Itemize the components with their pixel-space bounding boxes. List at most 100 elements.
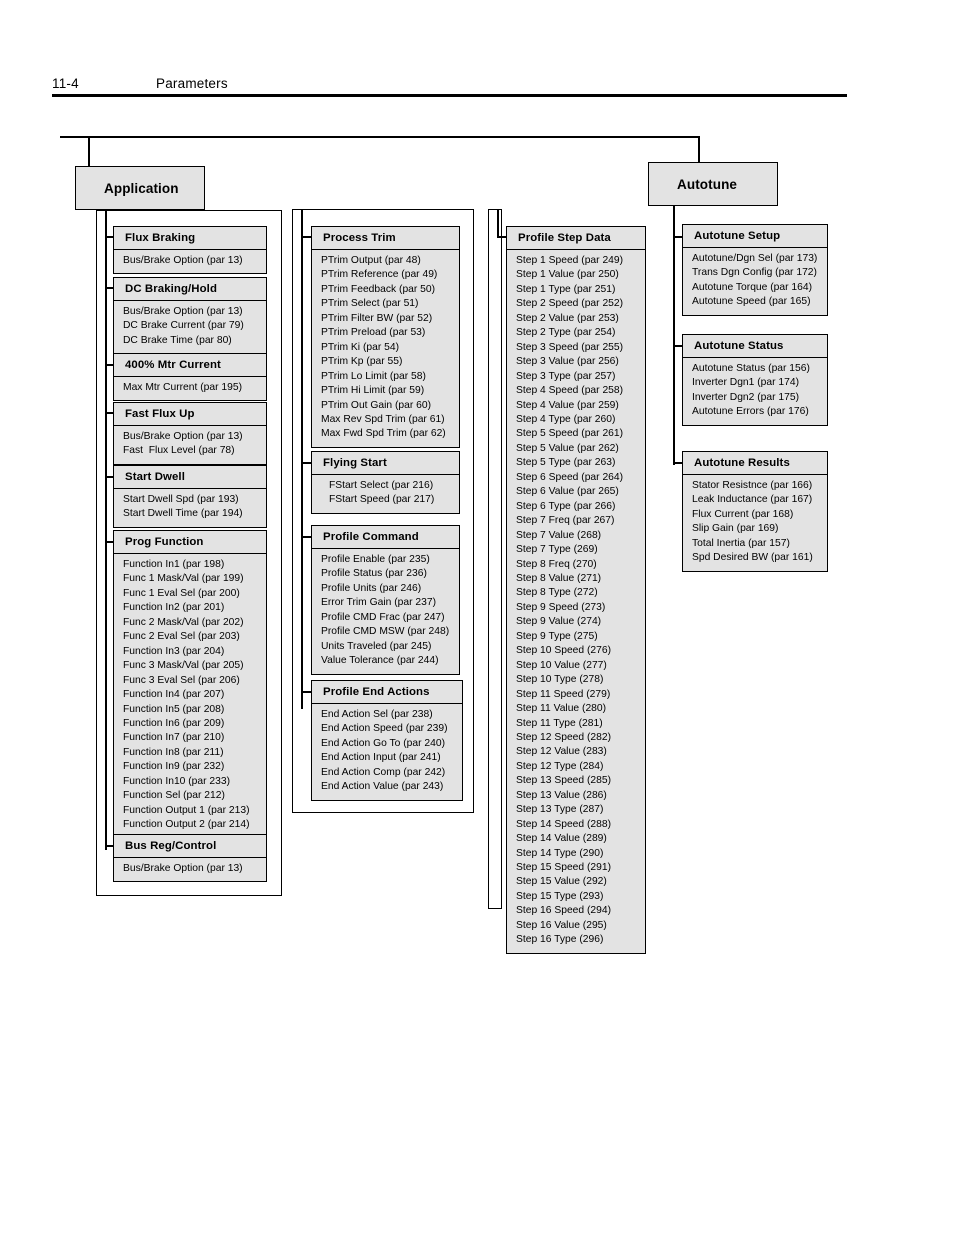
- list-item: Step 6 Value (par 265): [516, 486, 619, 498]
- group-start-dwell[interactable]: Start Dwell Start Dwell Spd (par 193) St…: [113, 465, 267, 528]
- group-profile-end-actions-title: Profile End Actions: [312, 681, 462, 704]
- group-bus-reg-control-title: Bus Reg/Control: [114, 835, 266, 858]
- list-item: Step 7 Value (268): [516, 529, 602, 541]
- connector-drop-application: [88, 136, 90, 166]
- group-profile-step-data-title: Profile Step Data: [507, 227, 645, 250]
- list-item: Step 16 Type (296): [516, 934, 604, 946]
- list-item: Function In2 (par 201): [123, 602, 225, 614]
- list-item: Step 2 Value (par 253): [516, 312, 619, 324]
- list-item: Flux Current (par 168): [692, 508, 794, 520]
- group-autotune-status[interactable]: Autotune Status Autotune Status (par 156…: [682, 334, 828, 426]
- group-bus-reg-control-items: Bus/Brake Option (par 13): [114, 858, 266, 881]
- group-process-trim[interactable]: Process Trim PTrim Output (par 48) PTrim…: [311, 226, 460, 448]
- list-item: Step 10 Value (277): [516, 659, 607, 671]
- group-autotune-setup-items: Autotune/Dgn Sel (par 173) Trans Dgn Con…: [683, 248, 827, 315]
- group-fast-flux-up[interactable]: Fast Flux Up Bus/Brake Option (par 13) F…: [113, 402, 267, 465]
- list-item: Step 2 Type (par 254): [516, 327, 616, 339]
- list-item: Function In10 (par 233): [123, 775, 231, 787]
- group-profile-command-items: Profile Enable (par 235) Profile Status …: [312, 549, 459, 674]
- group-profile-step-data[interactable]: Profile Step Data Step 1 Speed (par 249)…: [506, 226, 646, 954]
- list-item: Function Sel (par 212): [123, 790, 225, 802]
- group-start-dwell-items: Start Dwell Spd (par 193) Start Dwell Ti…: [114, 489, 266, 527]
- list-item: Step 11 Type (281): [516, 717, 603, 729]
- group-profile-end-actions[interactable]: Profile End Actions End Action Sel (par …: [311, 680, 463, 801]
- list-item: Step 8 Value (271): [516, 572, 602, 584]
- list-item: Function In6 (par 209): [123, 717, 225, 729]
- list-item: Profile Enable (par 235): [321, 554, 430, 565]
- list-item: FStart Speed (par 217): [329, 494, 435, 506]
- group-profile-step-data-items: Step 1 Speed (par 249) Step 1 Value (par…: [507, 250, 645, 953]
- group-process-trim-title: Process Trim: [312, 227, 459, 250]
- group-flying-start-items: FStart Select (par 216) FStart Speed (pa…: [312, 475, 459, 513]
- list-item: PTrim Hi Limit (par 59): [321, 385, 425, 397]
- group-profile-command[interactable]: Profile Command Profile Enable (par 235)…: [311, 525, 460, 675]
- node-application-label: Application: [104, 180, 179, 196]
- list-item: Step 13 Type (287): [516, 804, 604, 816]
- list-item: Step 3 Type (par 257): [516, 370, 616, 382]
- group-autotune-setup[interactable]: Autotune Setup Autotune/Dgn Sel (par 173…: [682, 224, 828, 316]
- list-item: Step 3 Value (par 256): [516, 356, 619, 368]
- list-item: Spd Desired BW (par 161): [692, 552, 813, 564]
- list-item: Step 5 Speed (par 261): [516, 428, 624, 440]
- group-fast-flux-up-title: Fast Flux Up: [114, 403, 266, 426]
- list-item: Step 7 Freq (par 267): [516, 515, 615, 527]
- list-item: Step 7 Type (269): [516, 544, 598, 556]
- list-item: Profile Units (par 246): [321, 582, 422, 594]
- list-item: Autotune Speed (par 165): [692, 296, 811, 308]
- list-item: Slip Gain (par 169): [692, 523, 779, 535]
- list-item: Step 6 Speed (par 264): [516, 471, 624, 483]
- group-fast-flux-up-items: Bus/Brake Option (par 13) Fast Flux Leve…: [114, 426, 266, 464]
- list-item: Func 1 Mask/Val (par 199): [123, 573, 244, 585]
- group-autotune-results-items: Stator Resistnce (par 166) Leak Inductan…: [683, 475, 827, 571]
- list-item: Function In1 (par 198): [123, 559, 225, 570]
- list-item: PTrim Ki (par 54): [321, 341, 400, 353]
- list-item: Function In3 (par 204): [123, 645, 225, 657]
- list-item: Max Fwd Spd Trim (par 62): [321, 428, 446, 440]
- group-400-mtr-current-items: Max Mtr Current (par 195): [114, 377, 266, 400]
- group-flux-braking-items: Bus/Brake Option (par 13): [114, 250, 266, 273]
- list-item: Start Dwell Spd (par 193): [123, 494, 239, 505]
- group-flying-start[interactable]: Flying Start FStart Select (par 216) FSt…: [311, 451, 460, 514]
- connector-top-bus: [60, 136, 700, 138]
- group-400-mtr-current-title: 400% Mtr Current: [114, 354, 266, 377]
- group-dc-braking-hold[interactable]: DC Braking/Hold Bus/Brake Option (par 13…: [113, 277, 267, 355]
- group-prog-function[interactable]: Prog Function Function In1 (par 198) Fun…: [113, 530, 267, 839]
- group-bus-reg-control[interactable]: Bus Reg/Control Bus/Brake Option (par 13…: [113, 834, 267, 883]
- list-item: Step 15 Value (292): [516, 876, 607, 888]
- group-process-trim-items: PTrim Output (par 48) PTrim Reference (p…: [312, 250, 459, 447]
- node-autotune-label: Autotune: [677, 176, 738, 192]
- list-item: DC Brake Current (par 79): [123, 320, 244, 332]
- list-item: End Action Value (par 243): [321, 781, 444, 793]
- node-application[interactable]: Application: [75, 166, 205, 210]
- list-item: Step 1 Speed (par 249): [516, 255, 624, 266]
- group-flux-braking[interactable]: Flux Braking Bus/Brake Option (par 13): [113, 226, 267, 275]
- list-item: Function Output 1 (par 213): [123, 804, 250, 816]
- list-item: Fast Flux Level (par 78): [123, 445, 235, 457]
- list-item: Step 14 Type (290): [516, 847, 604, 859]
- group-400-mtr-current[interactable]: 400% Mtr Current Max Mtr Current (par 19…: [113, 353, 267, 402]
- list-item: Func 2 Eval Sel (par 203): [123, 631, 240, 643]
- group-autotune-results-title: Autotune Results: [683, 452, 827, 475]
- group-flying-start-title: Flying Start: [312, 452, 459, 475]
- list-item: Units Traveled (par 245): [321, 640, 432, 652]
- list-item: Autotune Torque (par 164): [692, 281, 813, 293]
- list-item: PTrim Feedback (par 50): [321, 283, 436, 295]
- list-item: Step 4 Value (par 259): [516, 399, 619, 411]
- list-item: End Action Go To (par 240): [321, 737, 446, 749]
- group-autotune-results[interactable]: Autotune Results Stator Resistnce (par 1…: [682, 451, 828, 572]
- list-item: Step 13 Speed (285): [516, 775, 612, 787]
- list-item: PTrim Out Gain (par 60): [321, 399, 432, 411]
- list-item: Step 14 Speed (288): [516, 818, 612, 830]
- connector-drop-autotune: [698, 136, 700, 162]
- list-item: Bus/Brake Option (par 13): [123, 431, 243, 442]
- node-autotune[interactable]: Autotune: [648, 162, 778, 206]
- list-item: Profile Status (par 236): [321, 568, 427, 580]
- group-start-dwell-title: Start Dwell: [114, 466, 266, 489]
- list-item: Value Tolerance (par 244): [321, 655, 439, 667]
- list-item: Step 11 Value (280): [516, 703, 607, 715]
- list-item: PTrim Filter BW (par 52): [321, 312, 433, 324]
- list-item: Max Rev Spd Trim (par 61): [321, 413, 445, 425]
- list-item: Step 8 Type (272): [516, 587, 598, 599]
- list-item: FStart Select (par 216): [329, 480, 434, 491]
- group-autotune-status-items: Autotune Status (par 156) Inverter Dgn1 …: [683, 358, 827, 425]
